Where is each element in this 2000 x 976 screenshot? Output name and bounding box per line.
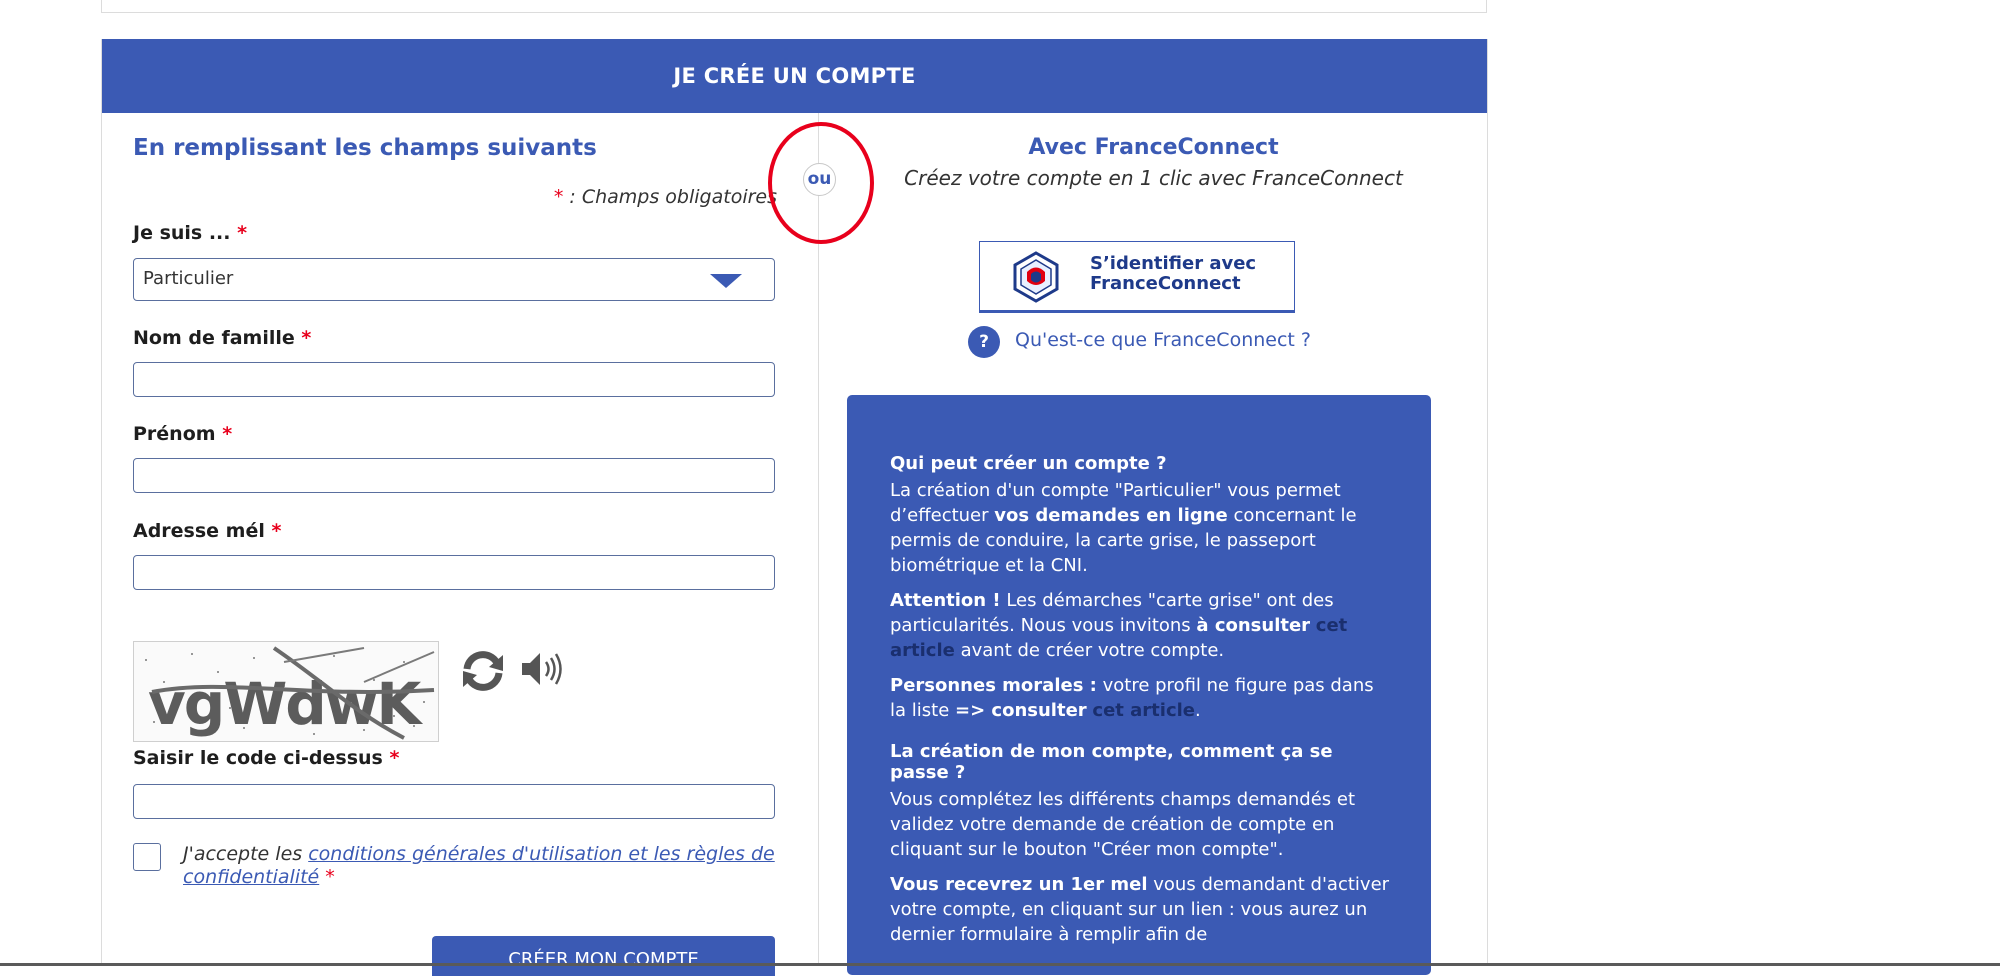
info-p5-a: Vous recevrez un 1er mel [890,874,1148,895]
info-paragraph-3: Personnes morales : votre profil ne figu… [890,673,1390,723]
nom-label: Nom de famille * [133,327,311,349]
info-p1-b: vos demandes en ligne [994,505,1228,526]
terms-required-star: * [319,866,335,888]
nom-label-text: Nom de famille [133,327,295,349]
captcha-label-text: Saisir le code ci-dessus [133,747,383,769]
info-paragraph-1: La création d'un compte "Particulier" vo… [890,478,1390,578]
captcha-input[interactable] [133,784,775,819]
required-star: * [222,423,233,445]
required-star: * [389,747,400,769]
franceconnect-title: Avec FranceConnect [1028,135,1279,160]
card-title: JE CRÉE UN COMPTE [673,64,916,88]
refresh-icon[interactable] [459,649,507,693]
email-label: Adresse mél * [133,520,281,542]
je-suis-label: Je suis ... * [133,222,247,244]
what-is-franceconnect-link[interactable]: Qu'est-ce que FranceConnect ? [1015,329,1311,351]
info-p2-c: à consulter [1196,615,1311,636]
annotation-circle [768,122,874,244]
first-name-input[interactable] [133,458,775,493]
prenom-label: Prénom * [133,423,232,445]
captcha-label: Saisir le code ci-dessus * [133,747,399,769]
captcha-image: vgWdwK [133,641,439,742]
speaker-icon[interactable] [518,647,566,691]
info-p3-d: . [1195,700,1201,721]
je-suis-label-text: Je suis ... [133,222,231,244]
previous-card-edge [101,0,1487,13]
franceconnect-button-label: S’identifier avec FranceConnect [1090,254,1290,294]
captcha-graphic: vgWdwK [145,646,435,740]
terms-checkbox[interactable] [133,843,161,871]
personnes-morales-article-link[interactable]: cet article [1092,700,1195,721]
create-account-button[interactable]: CRÉER MON COMPTE [432,936,775,976]
info-paragraph-2: Attention ! Les démarches "carte grise" … [890,588,1390,663]
franceconnect-line1: S’identifier avec [1090,253,1257,274]
required-star: * [271,520,282,542]
info-p3-a: Personnes morales : [890,675,1097,696]
franceconnect-line2: FranceConnect [1090,273,1241,294]
last-name-input[interactable] [133,362,775,397]
email-label-text: Adresse mél [133,520,265,542]
user-type-value: Particulier [143,268,234,289]
chevron-down-icon [710,274,742,288]
required-star: * [237,222,248,244]
info-p2-d: avant de créer votre compte. [954,640,1225,661]
info-panel-content: Qui peut créer un compte ? La création d… [890,453,1390,957]
mandatory-note-text: : Champs obligatoires [563,186,777,208]
info-panel: Qui peut créer un compte ? La création d… [847,395,1431,975]
form-section-title: En remplissant les champs suivants [133,135,597,161]
required-star: * [301,327,312,349]
user-type-select[interactable]: Particulier [133,258,775,301]
card-header: JE CRÉE UN COMPTE [102,39,1487,113]
franceconnect-subtitle: Créez votre compte en 1 clic avec France… [904,166,1403,190]
question-mark-icon[interactable]: ? [968,326,1000,358]
franceconnect-button[interactable]: S’identifier avec FranceConnect [979,241,1295,313]
email-input[interactable] [133,555,775,590]
prenom-label-text: Prénom [133,423,216,445]
info-p2-a: Attention ! [890,590,1001,611]
required-star: * [553,186,564,208]
info-p3-c: => consulter [955,700,1087,721]
info-paragraph-4: Vous complétez les différents champs dem… [890,789,1356,860]
franceconnect-logo-icon [1013,251,1059,303]
info-heading-how: La création de mon compte, comment ça se… [890,741,1333,783]
terms-text: J'accepte les conditions générales d'uti… [183,843,783,889]
info-heading-who: Qui peut créer un compte ? [890,453,1167,474]
mandatory-fields-note: * : Champs obligatoires [402,186,777,208]
info-paragraph-5: Vous recevrez un 1er mel vous demandant … [890,872,1390,947]
terms-prefix: J'accepte les [183,843,309,865]
